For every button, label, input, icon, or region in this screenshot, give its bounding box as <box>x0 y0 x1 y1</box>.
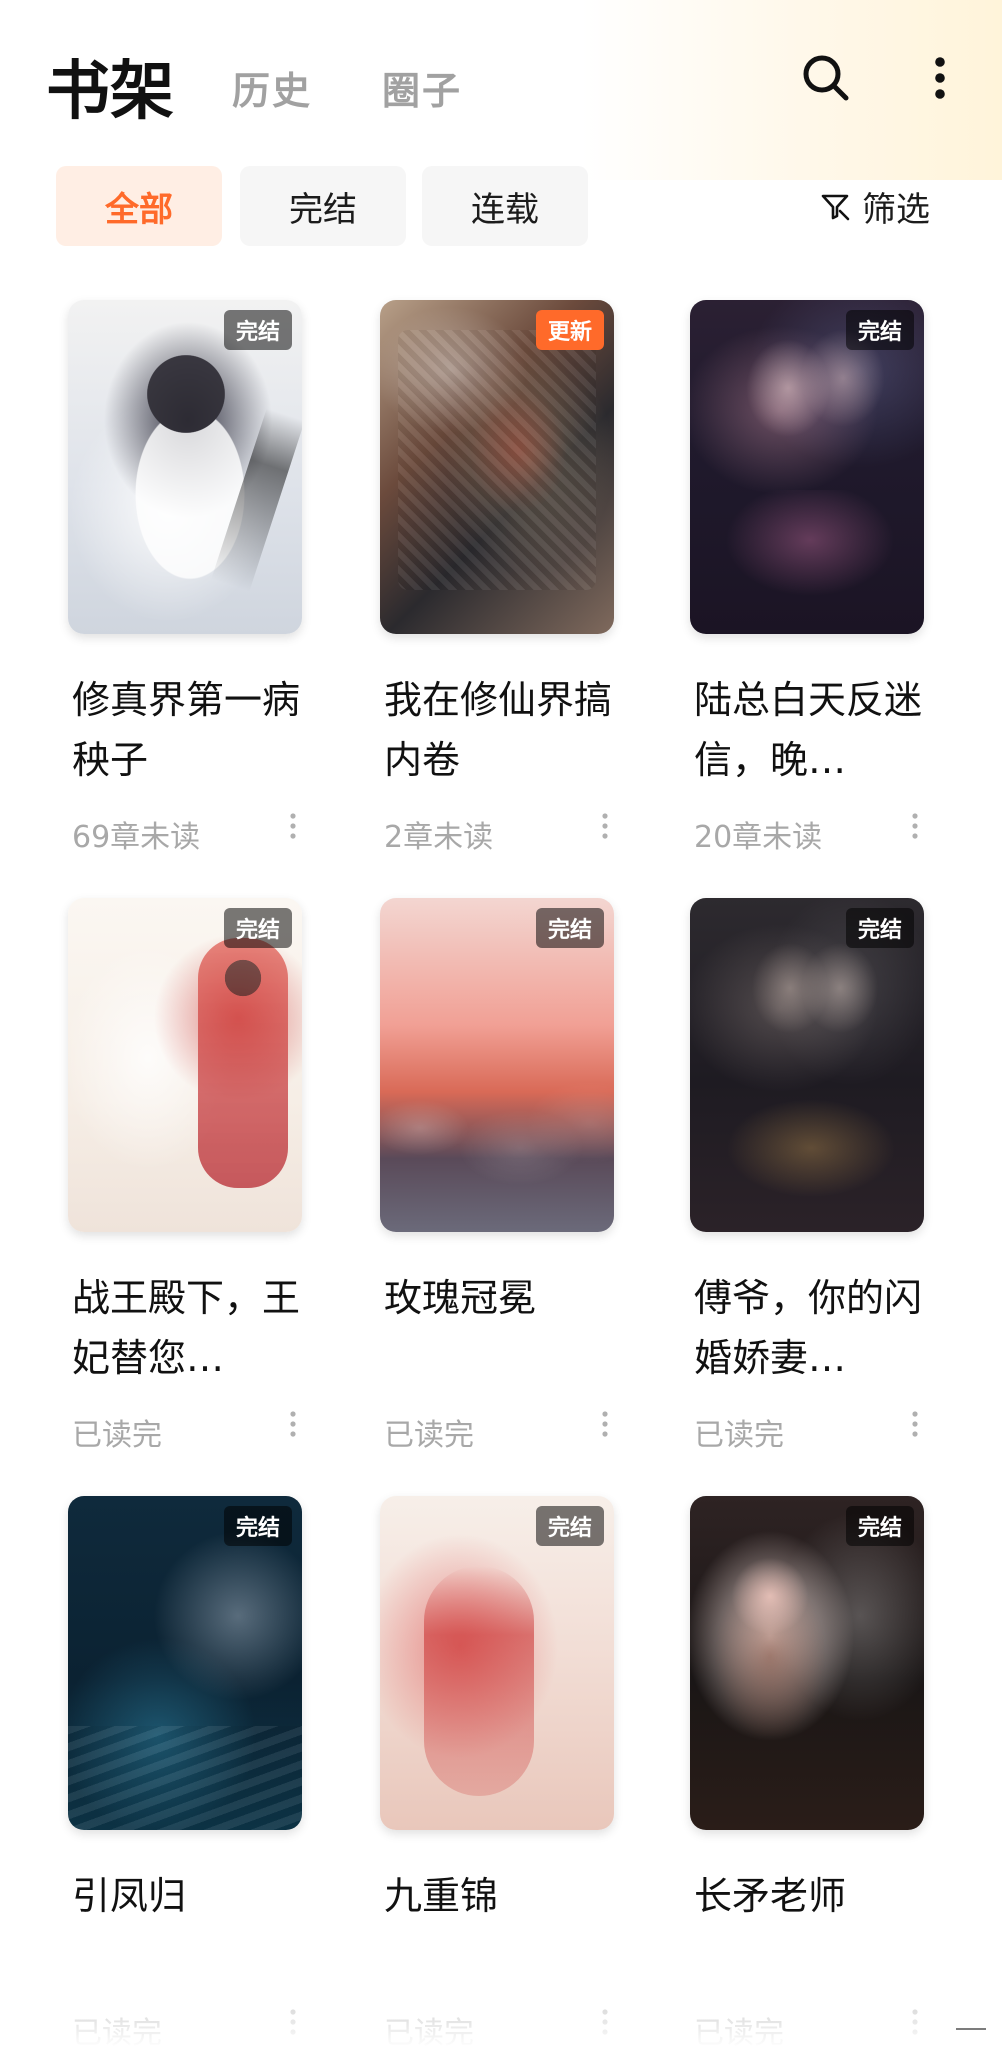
book-cover-art <box>690 1496 924 1830</box>
book-status-badge: 完结 <box>845 1506 914 1546</box>
bottom-indicator <box>956 2028 986 2030</box>
book-title[interactable]: 修真界第一病秧子 <box>72 670 308 790</box>
tab-history[interactable]: 历史 <box>232 60 312 115</box>
book-cover[interactable]: 完结 <box>68 300 302 634</box>
book-card[interactable]: 完结 修真界第一病秧子 69章未读 <box>68 300 308 860</box>
book-title[interactable]: 玫瑰冠冕 <box>384 1268 620 1328</box>
book-progress: 已读完 <box>694 2016 784 2051</box>
book-status-badge: 完结 <box>845 310 914 350</box>
filter-chip-all[interactable]: 全部 <box>56 166 222 246</box>
book-progress: 已读完 <box>72 1418 162 1453</box>
more-vertical-icon <box>912 1411 918 1437</box>
filter-button[interactable]: 筛选 <box>818 166 930 246</box>
book-more-button[interactable] <box>590 804 620 848</box>
book-card[interactable]: 完结 战王殿下，王妃替您… 已读完 <box>68 898 308 1458</box>
book-title[interactable]: 傅爷，你的闪婚娇妻… <box>694 1268 930 1388</box>
book-status-badge: 完结 <box>223 310 292 350</box>
book-card[interactable]: 完结 傅爷，你的闪婚娇妻… 已读完 <box>690 898 930 1458</box>
more-vertical-icon <box>912 2009 918 2035</box>
book-status-badge: 完结 <box>223 1506 292 1546</box>
more-vertical-icon <box>602 813 608 839</box>
book-cover[interactable]: 完结 <box>690 898 924 1232</box>
book-more-button[interactable] <box>278 2000 308 2044</box>
filter-chip-serial[interactable]: 连载 <box>422 166 588 246</box>
more-vertical-icon <box>290 2009 296 2035</box>
book-title[interactable]: 战王殿下，王妃替您… <box>72 1268 308 1388</box>
filter-label: 筛选 <box>862 189 930 230</box>
book-title[interactable]: 长矛老师 <box>694 1866 930 1926</box>
book-progress: 20章未读 <box>694 820 823 855</box>
book-status-badge: 更新 <box>535 310 604 350</box>
book-cover[interactable]: 完结 <box>690 1496 924 1830</box>
search-icon <box>803 55 849 101</box>
book-cover-art <box>380 1496 614 1830</box>
book-title[interactable]: 我在修仙界搞内卷 <box>384 670 620 790</box>
book-card[interactable]: 完结 九重锦 已读完 <box>380 1496 620 2056</box>
tab-circle[interactable]: 圈子 <box>382 60 462 115</box>
book-cover-art <box>68 300 302 634</box>
more-vertical-icon <box>602 1411 608 1437</box>
book-progress: 69章未读 <box>72 820 201 855</box>
book-title[interactable]: 引凤归 <box>72 1866 308 1926</box>
more-vertical-icon <box>290 1411 296 1437</box>
book-more-button[interactable] <box>900 804 930 848</box>
book-cover-art <box>690 898 924 1232</box>
book-card[interactable]: 完结 引凤归 已读完 <box>68 1496 308 2056</box>
book-status-badge: 完结 <box>845 908 914 948</box>
book-title[interactable]: 九重锦 <box>384 1866 620 1926</box>
book-more-button[interactable] <box>590 2000 620 2044</box>
more-vertical-icon <box>912 813 918 839</box>
book-status-badge: 完结 <box>535 908 604 948</box>
book-cover-art <box>380 300 614 634</box>
tab-bookshelf[interactable]: 书架 <box>46 40 174 132</box>
book-card[interactable]: 更新 我在修仙界搞内卷 2章未读 <box>380 300 620 860</box>
book-card[interactable]: 完结 玫瑰冠冕 已读完 <box>380 898 620 1458</box>
book-progress: 已读完 <box>384 2016 474 2051</box>
book-cover-art <box>68 898 302 1232</box>
book-more-button[interactable] <box>900 1402 930 1446</box>
book-cover[interactable]: 完结 <box>380 1496 614 1830</box>
book-progress: 已读完 <box>694 1418 784 1453</box>
book-cover-art <box>690 300 924 634</box>
top-bar: 书架 历史 圈子 <box>0 0 1002 150</box>
book-progress: 已读完 <box>72 2016 162 2051</box>
book-cover-art <box>68 1496 302 1830</box>
book-title[interactable]: 陆总白天反迷信，晚… <box>694 670 930 790</box>
filter-bar: 全部 完结 连载 筛选 <box>0 166 1002 246</box>
more-button[interactable] <box>910 48 970 108</box>
book-cover[interactable]: 完结 <box>68 1496 302 1830</box>
filter-icon <box>821 194 850 221</box>
book-cover[interactable]: 更新 <box>380 300 614 634</box>
book-cover[interactable]: 完结 <box>380 898 614 1232</box>
book-cover-art <box>380 898 614 1232</box>
book-more-button[interactable] <box>278 1402 308 1446</box>
book-progress: 2章未读 <box>384 820 494 855</box>
book-card[interactable]: 完结 陆总白天反迷信，晚… 20章未读 <box>690 300 930 860</box>
filter-chip-finished[interactable]: 完结 <box>240 166 406 246</box>
book-more-button[interactable] <box>900 2000 930 2044</box>
book-status-badge: 完结 <box>223 908 292 948</box>
book-status-badge: 完结 <box>535 1506 604 1546</box>
search-button[interactable] <box>796 48 856 108</box>
book-more-button[interactable] <box>590 1402 620 1446</box>
more-vertical-icon <box>935 57 945 99</box>
book-card[interactable]: 完结 长矛老师 已读完 <box>690 1496 930 2056</box>
book-cover[interactable]: 完结 <box>68 898 302 1232</box>
more-vertical-icon <box>290 813 296 839</box>
book-progress: 已读完 <box>384 1418 474 1453</box>
more-vertical-icon <box>602 2009 608 2035</box>
book-cover[interactable]: 完结 <box>690 300 924 634</box>
book-more-button[interactable] <box>278 804 308 848</box>
